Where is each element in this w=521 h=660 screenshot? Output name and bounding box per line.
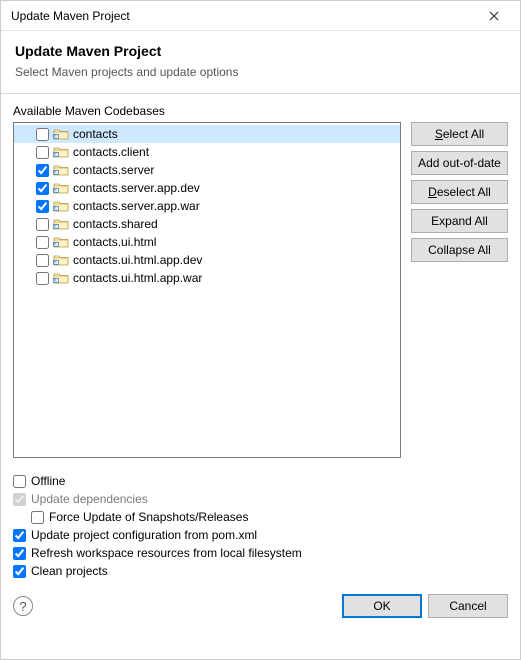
option-clean-projects[interactable]: Clean projects [13,562,508,580]
maven-project-icon: M [53,145,69,159]
maven-project-icon: M [53,199,69,213]
maven-project-icon: M [53,217,69,231]
maven-project-icon: M [53,253,69,267]
maven-project-icon: M [53,271,69,285]
codebases-tree[interactable]: McontactsMcontacts.clientMcontacts.serve… [13,122,401,458]
tree-item[interactable]: Mcontacts [14,125,400,143]
project-label: contacts.server [73,163,154,177]
help-icon: ? [19,599,26,614]
project-label: contacts.ui.html [73,235,156,249]
refresh-ws-label: Refresh workspace resources from local f… [31,546,302,560]
close-button[interactable] [474,2,514,30]
maven-project-icon: M [53,235,69,249]
clean-proj-label: Clean projects [31,564,108,578]
tree-item[interactable]: Mcontacts.ui.html [14,233,400,251]
project-label: contacts.server.app.dev [73,181,200,195]
option-force-update[interactable]: Force Update of Snapshots/Releases [13,508,508,526]
tree-item[interactable]: Mcontacts.ui.html.app.war [14,269,400,287]
project-checkbox[interactable] [36,236,49,249]
update-deps-label: Update dependencies [31,492,148,506]
maven-project-icon: M [53,163,69,177]
tree-item[interactable]: Mcontacts.ui.html.app.dev [14,251,400,269]
project-checkbox[interactable] [36,146,49,159]
help-button[interactable]: ? [13,596,33,616]
tree-item[interactable]: Mcontacts.server.app.war [14,197,400,215]
deselect-all-button[interactable]: Deselect All [411,180,508,204]
window-title: Update Maven Project [11,9,474,23]
option-update-dependencies: Update dependencies [13,490,508,508]
project-label: contacts.server.app.war [73,199,200,213]
tree-item[interactable]: Mcontacts.server [14,161,400,179]
titlebar: Update Maven Project [1,1,520,31]
update-config-checkbox[interactable] [13,529,26,542]
project-checkbox[interactable] [36,200,49,213]
select-all-button[interactable]: Select All [411,122,508,146]
option-offline[interactable]: Offline [13,472,508,490]
project-checkbox[interactable] [36,254,49,267]
update-config-label: Update project configuration from pom.xm… [31,528,257,542]
project-checkbox[interactable] [36,218,49,231]
collapse-all-button[interactable]: Collapse All [411,238,508,262]
ok-button[interactable]: OK [342,594,422,618]
option-update-config[interactable]: Update project configuration from pom.xm… [13,526,508,544]
tree-item[interactable]: Mcontacts.shared [14,215,400,233]
cancel-button[interactable]: Cancel [428,594,508,618]
close-icon [489,11,499,21]
project-label: contacts.ui.html.app.war [73,271,202,285]
tree-item[interactable]: Mcontacts.client [14,143,400,161]
offline-checkbox[interactable] [13,475,26,488]
project-checkbox[interactable] [36,182,49,195]
option-refresh-workspace[interactable]: Refresh workspace resources from local f… [13,544,508,562]
project-label: contacts.ui.html.app.dev [73,253,202,267]
expand-all-button[interactable]: Expand All [411,209,508,233]
update-deps-checkbox [13,493,26,506]
project-label: contacts [73,127,118,141]
maven-project-icon: M [53,127,69,141]
force-update-checkbox[interactable] [31,511,44,524]
project-checkbox[interactable] [36,272,49,285]
refresh-ws-checkbox[interactable] [13,547,26,560]
add-out-of-date-button[interactable]: Add out-of-date [411,151,508,175]
project-label: contacts.client [73,145,149,159]
project-checkbox[interactable] [36,164,49,177]
maven-project-icon: M [53,181,69,195]
codebases-label: Available Maven Codebases [13,104,508,118]
dialog-title: Update Maven Project [15,43,506,59]
clean-proj-checkbox[interactable] [13,565,26,578]
project-checkbox[interactable] [36,128,49,141]
project-label: contacts.shared [73,217,158,231]
dialog-subtitle: Select Maven projects and update options [15,65,506,79]
offline-label: Offline [31,474,65,488]
tree-item[interactable]: Mcontacts.server.app.dev [14,179,400,197]
force-update-label: Force Update of Snapshots/Releases [49,510,248,524]
dialog-header: Update Maven Project Select Maven projec… [1,31,520,94]
